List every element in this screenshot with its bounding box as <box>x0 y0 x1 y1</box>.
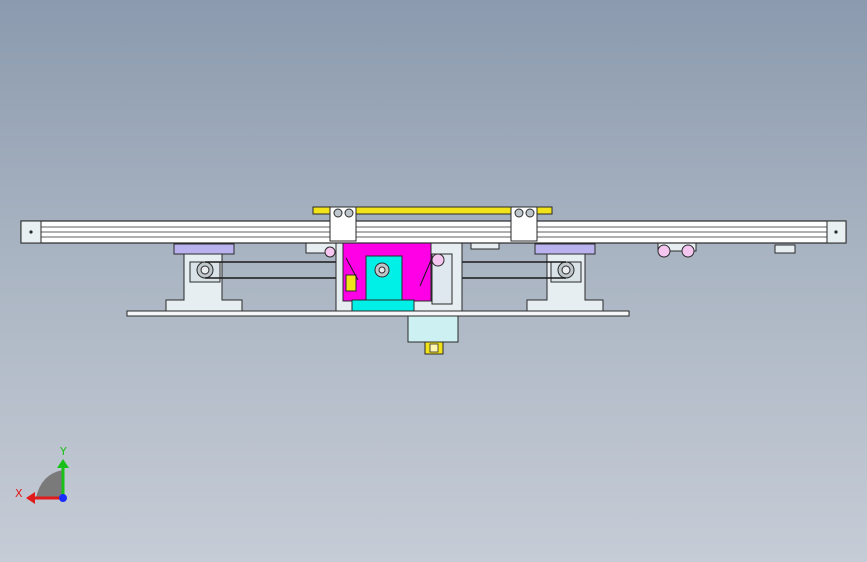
left-idler-pulley[interactable] <box>324 246 336 258</box>
cad-viewport[interactable]: Y X <box>0 0 867 562</box>
triad-z-axis <box>59 494 67 502</box>
base-plate[interactable] <box>126 310 630 317</box>
rail-clip[interactable] <box>470 242 500 250</box>
triad-y-label: Y <box>59 445 67 458</box>
triad-plane <box>36 470 63 498</box>
end-sensor[interactable] <box>774 244 796 254</box>
assembly-model[interactable]: Y X <box>0 0 867 562</box>
right-carriage[interactable] <box>510 206 538 242</box>
coordinate-triad: Y X <box>15 445 69 504</box>
central-drive-housing[interactable] <box>335 242 463 312</box>
linear-rail[interactable] <box>20 220 847 244</box>
left-carriage[interactable] <box>329 206 357 242</box>
right-idler-pulleys[interactable] <box>657 242 697 258</box>
triad-x-label: X <box>15 487 23 500</box>
drive-motor[interactable] <box>407 315 459 355</box>
